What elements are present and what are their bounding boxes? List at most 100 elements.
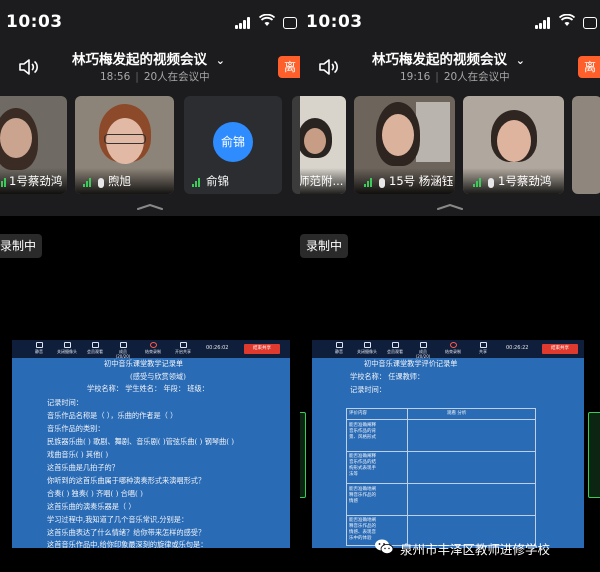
signal-icon — [364, 178, 374, 187]
mic-icon — [98, 178, 104, 188]
doc-line: 合奏( ) 独奏( ) 齐唱( ) 合唱( ) — [47, 489, 143, 498]
doc-line: 音乐作品的类别： — [47, 424, 105, 433]
meeting-header: 林巧梅发起的视频会议 ⌄ 19:16 | 20人在会议中 离 — [300, 44, 600, 88]
signal-icon — [0, 178, 8, 187]
evaluation-table: 评价内容 观看 分析 能否准确阐释 音乐作品的背 景、风格形式 能否准确阐释 音… — [346, 408, 536, 546]
toolbar-stop-record[interactable]: 结束录制 — [443, 341, 463, 354]
leave-button[interactable]: 离 — [278, 56, 300, 78]
toolbar-camera[interactable]: 关闭摄像头 — [357, 341, 377, 354]
end-share-button[interactable]: 结束共享 — [244, 344, 280, 354]
left-meeting-screen: 10:03 林巧梅发起的视频会议 ⌄ 18:56 | 20人在会议中 离 1号蔡… — [0, 0, 300, 572]
doc-line: 学校名称： 学生姓名： 年段： 班级： — [87, 384, 209, 393]
table-cell: 能否准确阐释 音乐作品的结 构形式表现手 法等 — [349, 454, 376, 477]
doc-line: 这首乐曲表达了什么情绪？给你带来怎样的感受？ — [47, 528, 206, 537]
status-bar: 10:03 — [0, 0, 300, 44]
doc-line: 这首音乐作品中,给你印象最深刻的旋律或乐句是： — [47, 540, 208, 548]
shared-screen[interactable]: 静音 关闭摄像头 会员观看 成员(20/20) 结束录制 共享 00:26:22… — [312, 340, 584, 548]
wechat-icon — [375, 539, 394, 554]
doc-line: 这首乐曲的演奏乐器是（ ） — [47, 502, 136, 511]
doc-title: 初中音乐课堂教学评价记录单 — [364, 359, 458, 368]
toolbar-camera[interactable]: 关闭摄像头 — [57, 341, 77, 354]
meeting-subtitle: 18:56 | 20人在会议中 — [100, 71, 210, 83]
doc-line: 学习过程中,我知道了几个音乐常识,分别是： — [47, 515, 189, 524]
toolbar-mute[interactable]: 静音 — [329, 341, 349, 354]
participant-tile[interactable]: 俞锦 俞锦 — [184, 96, 282, 194]
recording-badge: 录制中 — [0, 234, 43, 258]
participant-name: 1号蔡劲鸿 — [9, 174, 63, 188]
participant-tile[interactable]: 1号蔡劲鸿 — [463, 96, 564, 194]
doc-title: 初中音乐课堂教学记录单 — [104, 359, 184, 368]
signal-icon — [473, 178, 483, 187]
signal-icon — [192, 178, 202, 187]
participant-strip[interactable]: 1号蔡劲鸿 煦旭 俞锦 俞锦 — [0, 88, 300, 216]
speaker-icon[interactable] — [18, 58, 38, 76]
participant-name: 煦旭 — [108, 174, 131, 188]
doc-line: 戏曲音乐( ) 其他( ) — [47, 450, 109, 459]
right-meeting-screen: 10:03 林巧梅发起的视频会议 ⌄ 19:16 | 20人在会议中 离 师范附..… — [300, 0, 600, 572]
collapse-handle-icon[interactable] — [437, 204, 463, 210]
table-cell: 能否准确地阐 释音乐作品的 情感 — [349, 487, 376, 504]
table-cell: 能否准确地阐 释音乐作品的 情感、表现音 乐中的体验 — [349, 518, 376, 541]
recording-badge: 录制中 — [300, 234, 349, 258]
status-time: 10:03 — [306, 12, 363, 32]
doc-line: 你听到的这首乐曲属于哪种演奏形式来演唱形式？ — [47, 476, 206, 485]
participant-name: 1号蔡劲鸿 — [498, 174, 552, 188]
wifi-icon — [558, 13, 576, 31]
avatar: 俞锦 — [213, 122, 253, 162]
doc-line: 记录时间： — [350, 385, 386, 394]
share-timer: 00:26:22 — [506, 345, 529, 351]
participant-name: 俞锦 — [206, 174, 229, 188]
doc-line: 记录时间： — [47, 398, 83, 407]
cellular-signal-icon — [235, 17, 251, 29]
wifi-icon — [258, 13, 276, 31]
participant-tile[interactable] — [292, 96, 300, 194]
toolbar-members[interactable]: 成员(20/20) — [113, 341, 133, 359]
toolbar-share[interactable]: 开启共享 — [173, 341, 193, 354]
cellular-signal-icon — [535, 17, 551, 29]
share-toolbar: 静音 关闭摄像头 会员观看 成员(20/20) 结束录制 开启共享 00:26:… — [12, 340, 290, 359]
doc-line: 音乐作品名称是（ ），乐曲的作者是（ ） — [47, 411, 178, 420]
doc-subtitle: (感受与欣赏领域) — [130, 372, 186, 381]
participant-tile[interactable]: 1号蔡劲鸿 — [0, 96, 67, 194]
table-cell: 能否准确阐释 音乐作品的背 景、风格形式 — [349, 423, 376, 440]
participant-tile[interactable]: 15号 杨涵钰 — [354, 96, 455, 194]
shared-screen[interactable]: 静音 关闭摄像头 会员观看 成员(20/20) 结束录制 开启共享 00:26:… — [12, 340, 290, 548]
participant-strip[interactable]: 师范附... 15号 杨涵钰 1号蔡劲鸿 — [300, 88, 600, 216]
toolbar-watch[interactable]: 会员观看 — [385, 341, 405, 354]
leave-button[interactable]: 离 — [578, 56, 600, 78]
participant-name: 师范附... — [300, 174, 344, 188]
doc-line: 学校名称： 任课教师： — [350, 372, 425, 381]
signal-icon — [83, 178, 93, 187]
meeting-header: 林巧梅发起的视频会议 ⌄ 18:56 | 20人在会议中 离 — [0, 44, 300, 88]
share-timer: 00:26:02 — [206, 345, 229, 351]
toolbar-watch[interactable]: 会员观看 — [85, 341, 105, 354]
participant-name: 15号 杨涵钰 — [389, 174, 454, 188]
collapse-handle-icon[interactable] — [137, 204, 163, 210]
meeting-subtitle: 19:16 | 20人在会议中 — [400, 71, 510, 83]
participant-tile[interactable]: 师范附... — [300, 96, 346, 194]
meeting-title[interactable]: 林巧梅发起的视频会议 ⌄ — [72, 48, 252, 68]
toolbar-stop-record[interactable]: 结束录制 — [143, 341, 163, 354]
battery-icon — [583, 17, 597, 29]
share-toolbar: 静音 关闭摄像头 会员观看 成员(20/20) 结束录制 共享 00:26:22… — [312, 340, 584, 359]
end-share-button[interactable]: 结束共享 — [542, 344, 578, 354]
toolbar-share-on[interactable]: 共享 — [473, 341, 493, 354]
participant-tile[interactable] — [572, 96, 600, 194]
side-panel-indicator[interactable] — [300, 412, 306, 498]
chevron-down-icon: ⌄ — [215, 54, 225, 67]
speaker-icon[interactable] — [318, 58, 338, 76]
mic-icon — [379, 178, 385, 188]
status-bar: 10:03 — [300, 0, 600, 44]
battery-icon — [283, 17, 297, 29]
meeting-title[interactable]: 林巧梅发起的视频会议 ⌄ — [372, 48, 552, 68]
toolbar-members[interactable]: 成员(20/20) — [413, 341, 433, 359]
mic-icon — [488, 178, 494, 188]
side-panel-indicator[interactable] — [588, 412, 600, 498]
watermark-text: 泉州市丰泽区教师进修学校 — [400, 542, 551, 557]
table-header: 观看 分析 — [447, 411, 467, 416]
doc-line: 民族器乐曲( ) 歌剧、舞剧、音乐剧( )管弦乐曲( ) 钢琴曲( ) — [47, 437, 235, 446]
chevron-down-icon: ⌄ — [515, 54, 525, 67]
table-header: 评价内容 — [349, 411, 367, 416]
participant-tile[interactable]: 煦旭 — [75, 96, 174, 194]
toolbar-mute[interactable]: 静音 — [29, 341, 49, 354]
